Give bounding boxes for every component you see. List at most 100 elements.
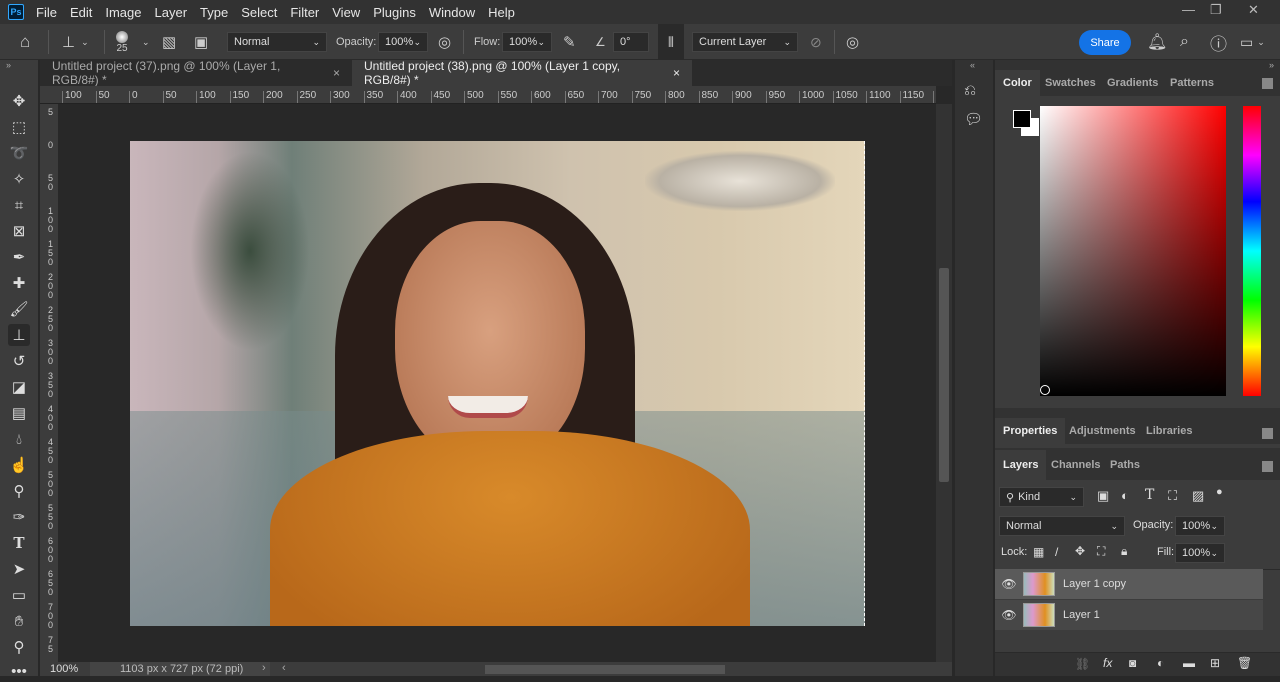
history-icon[interactable]: ⎌ bbox=[964, 82, 976, 99]
tab-libraries[interactable]: Libraries bbox=[1138, 418, 1200, 444]
share-button[interactable]: Share bbox=[1079, 30, 1131, 55]
scroll-left-icon[interactable]: ‹ bbox=[282, 662, 286, 674]
menu-filter[interactable]: Filter bbox=[290, 5, 319, 20]
menu-file[interactable]: File bbox=[36, 5, 57, 20]
dodge-tool-icon[interactable]: ⚲ bbox=[8, 480, 30, 502]
scroll-thumb[interactable] bbox=[939, 268, 949, 482]
collapse-panels-icon[interactable]: « bbox=[970, 60, 975, 70]
clone-stamp-tool-icon[interactable]: ⊥ bbox=[8, 324, 30, 346]
brush-settings-icon[interactable]: ▧ bbox=[162, 24, 176, 60]
gradient-tool-icon[interactable]: ▤ bbox=[8, 402, 30, 424]
document-info[interactable]: 1103 px x 727 px (72 ppi) bbox=[120, 663, 243, 675]
filter-pixel-icon[interactable]: ▣ bbox=[1097, 488, 1109, 504]
brush-tool-icon[interactable]: 🖌︎ bbox=[8, 298, 30, 320]
tab-paths[interactable]: Paths bbox=[1102, 450, 1148, 480]
tab-layers[interactable]: Layers bbox=[995, 450, 1047, 480]
pen-tool-icon[interactable]: ✑ bbox=[8, 506, 30, 528]
delete-layer-icon[interactable]: 🗑︎ bbox=[1237, 656, 1252, 670]
filter-adjustment-icon[interactable]: ◐ bbox=[1121, 488, 1129, 503]
lock-transparency-icon[interactable]: ▦ bbox=[1033, 545, 1044, 559]
comments-icon[interactable]: 💬︎ bbox=[964, 110, 983, 128]
close-tab-icon[interactable]: × bbox=[333, 66, 340, 80]
menu-plugins[interactable]: Plugins bbox=[373, 5, 416, 20]
panel-menu-icon[interactable] bbox=[1262, 78, 1273, 89]
link-layers-icon[interactable]: ⛓ bbox=[1075, 657, 1090, 671]
history-brush-tool-icon[interactable]: ↺ bbox=[8, 350, 30, 372]
search-icon[interactable]: ⌕ bbox=[1180, 24, 1189, 60]
panel-menu-icon[interactable] bbox=[1262, 461, 1273, 472]
tab-patterns[interactable]: Patterns bbox=[1162, 70, 1222, 96]
visibility-eye-icon[interactable]: 👁︎ bbox=[995, 608, 1023, 622]
notification-bell-icon[interactable]: 🔔︎ bbox=[1147, 24, 1167, 60]
lock-pixels-icon[interactable]: / bbox=[1055, 545, 1058, 559]
new-layer-icon[interactable]: ⊞ bbox=[1210, 656, 1220, 670]
flow-input[interactable]: 100% ⌄ bbox=[502, 32, 552, 52]
filter-toggle[interactable]: ● bbox=[1216, 486, 1223, 498]
home-icon[interactable]: ⌂ bbox=[20, 24, 30, 60]
color-field[interactable] bbox=[1040, 106, 1226, 396]
blur-tool-icon[interactable]: 💧︎ bbox=[8, 428, 30, 450]
tab-color[interactable]: Color bbox=[995, 70, 1040, 96]
collapse-icon[interactable]: » bbox=[6, 60, 11, 70]
angle-input[interactable]: 0° bbox=[613, 32, 649, 52]
menu-type[interactable]: Type bbox=[200, 5, 228, 20]
marquee-tool-icon[interactable]: ⬚ bbox=[8, 116, 30, 138]
sample-select[interactable]: Current Layer ⌄ bbox=[692, 32, 798, 52]
workspace-icon[interactable]: ▭ ⌄ bbox=[1240, 24, 1265, 60]
menu-view[interactable]: View bbox=[332, 5, 360, 20]
add-mask-icon[interactable]: ◙ bbox=[1129, 656, 1136, 670]
frame-tool-icon[interactable]: ⊠ bbox=[8, 220, 30, 242]
blend-mode-select[interactable]: Normal ⌄ bbox=[999, 516, 1125, 536]
menu-edit[interactable]: Edit bbox=[70, 5, 92, 20]
visibility-eye-icon[interactable]: 👁︎ bbox=[995, 577, 1023, 591]
tab-channels[interactable]: Channels bbox=[1043, 450, 1109, 480]
eyedropper-tool-icon[interactable]: ✒ bbox=[8, 246, 30, 268]
fx-icon[interactable]: fx bbox=[1103, 656, 1112, 670]
layer-row-layer-1-copy[interactable]: 👁︎ Layer 1 copy bbox=[995, 569, 1263, 599]
mode-select[interactable]: Normal ⌄ bbox=[227, 32, 327, 52]
aligned-toggle-icon[interactable]: ⫴ bbox=[658, 24, 684, 60]
tab-swatches[interactable]: Swatches bbox=[1037, 70, 1104, 96]
horizontal-scroll-thumb[interactable] bbox=[485, 665, 725, 674]
group-folder-icon[interactable]: ▬ bbox=[1183, 656, 1195, 670]
healing-brush-tool-icon[interactable]: ✚ bbox=[8, 272, 30, 294]
pressure-size-icon[interactable]: ◎ bbox=[846, 24, 859, 60]
restore-icon[interactable]: ❐ bbox=[1210, 2, 1222, 18]
chevron-right-icon[interactable]: › bbox=[262, 662, 266, 674]
tab-adjustments[interactable]: Adjustments bbox=[1061, 418, 1144, 444]
close-tab-icon[interactable]: × bbox=[673, 66, 680, 80]
fill-input[interactable]: 100% ⌄ bbox=[1175, 543, 1225, 563]
brush-size-picker[interactable]: 25 bbox=[116, 24, 128, 60]
pressure-opacity-icon[interactable]: ◎ bbox=[438, 24, 451, 60]
crop-tool-icon[interactable]: ⌗ bbox=[8, 194, 30, 216]
menu-image[interactable]: Image bbox=[105, 5, 141, 20]
minimize-icon[interactable]: — bbox=[1182, 2, 1195, 17]
filter-type-icon[interactable]: T bbox=[1145, 487, 1154, 503]
menu-select[interactable]: Select bbox=[241, 5, 277, 20]
tab-properties[interactable]: Properties bbox=[995, 418, 1066, 444]
expand-icon[interactable]: » bbox=[1269, 60, 1274, 70]
menu-help[interactable]: Help bbox=[488, 5, 515, 20]
layer-opacity-input[interactable]: 100% ⌄ bbox=[1175, 516, 1225, 536]
lock-all-icon[interactable]: 🔒︎ bbox=[1121, 544, 1127, 559]
opacity-input[interactable]: 100% ⌄ bbox=[378, 32, 428, 52]
eraser-tool-icon[interactable]: ◪ bbox=[8, 376, 30, 398]
quick-select-tool-icon[interactable]: ✧ bbox=[8, 168, 30, 190]
zoom-level[interactable]: 100% bbox=[50, 663, 78, 675]
tab-gradients[interactable]: Gradients bbox=[1099, 70, 1166, 96]
hand-tool-icon[interactable]: ✋︎ bbox=[8, 610, 30, 632]
layer-filter-select[interactable]: ⚲ Kind ⌄ bbox=[999, 487, 1084, 507]
rectangle-tool-icon[interactable]: ▭ bbox=[8, 584, 30, 606]
lock-artboard-icon[interactable]: ⛶ bbox=[1097, 544, 1105, 559]
lock-position-icon[interactable]: ✥ bbox=[1075, 544, 1085, 558]
menu-window[interactable]: Window bbox=[429, 5, 475, 20]
tab-document-38[interactable]: Untitled project (38).png @ 100% (Layer … bbox=[352, 59, 692, 87]
smudge-tool-icon[interactable]: ☝ bbox=[8, 454, 30, 476]
path-selection-tool-icon[interactable]: ➤ bbox=[8, 558, 30, 580]
chevron-down-icon[interactable]: ⌄ bbox=[142, 24, 150, 60]
zoom-tool-icon[interactable]: ⚲ bbox=[8, 636, 30, 658]
color-picker-handle[interactable] bbox=[1040, 385, 1050, 395]
airbrush-icon[interactable]: ✎ bbox=[563, 24, 576, 60]
type-tool-icon[interactable]: T bbox=[8, 532, 30, 554]
clone-source-icon[interactable]: ▣ bbox=[194, 24, 208, 60]
